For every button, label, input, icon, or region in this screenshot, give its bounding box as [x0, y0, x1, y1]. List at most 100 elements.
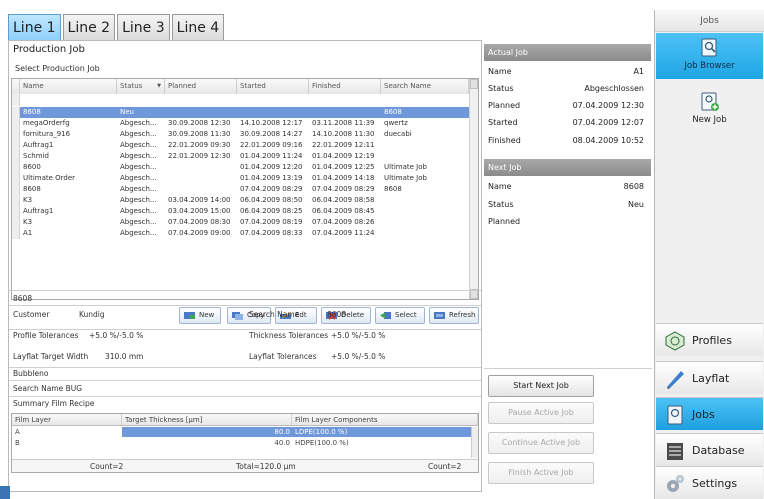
- job-name-cell: A1: [23, 229, 33, 237]
- job-started-cell: 06.04.2009 08:25: [240, 207, 303, 215]
- target-thickness-cell: 40.0: [274, 439, 290, 447]
- job-name-cell: 8608: [23, 108, 41, 116]
- table-row[interactable]: Auftrag1 Abgesch... 03.04.2009 15:00 06.04.…: [12, 206, 469, 217]
- tab-line-4[interactable]: Line 4: [171, 14, 225, 40]
- column-header-status[interactable]: Status ▼: [117, 79, 165, 94]
- divider: [9, 396, 481, 397]
- row-gutter: [12, 129, 20, 140]
- table-row[interactable]: B 40.0 HDPE(100.0 %): [12, 438, 471, 448]
- job-name-cell: Auftrag1: [23, 207, 54, 215]
- film-layer-components-cell: LDPE(100.0 %): [292, 427, 471, 437]
- continue-active-job-button[interactable]: Continue Active Job: [488, 432, 594, 454]
- nav-item-settings[interactable]: Settings: [656, 466, 763, 499]
- column-header-finished[interactable]: Finished: [309, 79, 381, 94]
- job-table-scrollbar[interactable]: [469, 79, 478, 299]
- job-finished-cell: 07.04.2009 11:24: [312, 229, 375, 237]
- job-name-cell: 8608: [23, 185, 41, 193]
- actual-job-name-value: A1: [633, 67, 644, 76]
- column-header-film-layer-components[interactable]: Film Layer Components: [292, 414, 478, 425]
- table-row[interactable]: fornitura_916 Abgesch... 30.09.2008 11:30 3…: [12, 129, 469, 140]
- job-status-cell: Abgesch...: [120, 141, 157, 149]
- film-layer-components-cell: HDPE(100.0 %): [295, 439, 349, 447]
- column-header-search-name[interactable]: Search Name: [381, 79, 469, 94]
- job-search-name-cell: Ultimate Job: [384, 174, 427, 182]
- table-row[interactable]: Ultimate Order Abgesch... 01.04.2009 13:19…: [12, 173, 469, 184]
- recipe-total-thickness: Total=120.0 µm: [236, 462, 296, 471]
- layflat-target-width-label: Layflat Target Width: [13, 352, 89, 361]
- nav-item-layflat-label: Layflat: [692, 372, 730, 385]
- nav-item-database[interactable]: Database: [656, 433, 763, 466]
- application-window: Line 1 Line 2 Line 3 Line 4 Production J…: [0, 0, 764, 499]
- job-planned-cell: 03.04.2009 15:00: [168, 207, 231, 215]
- recipe-table-header: Film Layer Target Thickness [µm] Film La…: [12, 414, 478, 426]
- recipe-name: Bubbleno: [13, 369, 49, 378]
- new-button-label: New: [199, 311, 215, 319]
- column-header-name[interactable]: Name: [20, 79, 117, 94]
- table-row[interactable]: Auftrag1 Abgesch... 22.01.2009 09:30 22.01.…: [12, 140, 469, 151]
- tab-line-3[interactable]: Line 3: [117, 14, 170, 40]
- table-row[interactable]: 8608 Neu 8608: [12, 107, 469, 118]
- next-job-header: Next Job: [484, 159, 651, 176]
- table-row[interactable]: megaOrderfg Abgesch... 30.09.2008 12:30 14.…: [12, 118, 469, 129]
- table-row[interactable]: A1 Abgesch... 07.04.2009 09:00 07.04.2009 0…: [12, 228, 469, 239]
- table-row[interactable]: K3 Abgesch... 07.04.2009 08:30 07.04.2009 0…: [12, 217, 469, 228]
- job-started-cell: 07.04.2009 08:33: [240, 229, 303, 237]
- table-row[interactable]: 8608 Abgesch... 07.04.2009 08:29 07.04.2009…: [12, 184, 469, 195]
- job-table-header: Name Status ▼ Planned Started Finished S…: [12, 79, 469, 94]
- search-name-label: Search Name: [249, 310, 300, 319]
- table-row[interactable]: Schmid Abgesch... 22.01.2009 12:30 01.04.20…: [12, 151, 469, 162]
- column-header-film-layer[interactable]: Film Layer: [12, 414, 122, 425]
- job-finished-cell: 01.04.2009 12:19: [312, 152, 375, 160]
- job-started-cell: [237, 107, 309, 118]
- table-row[interactable]: 8600 Abgesch... 01.04.2009 12:20 01.04.2009…: [12, 162, 469, 173]
- start-next-job-button[interactable]: Start Next Job: [488, 375, 594, 397]
- filter-row[interactable]: [12, 94, 20, 106]
- film-layer-cell: B: [15, 439, 20, 447]
- production-job-title: Production Job: [13, 44, 85, 55]
- job-browser-button[interactable]: Job Browser: [656, 33, 763, 79]
- new-job-button[interactable]: New Job: [656, 87, 763, 133]
- recipe-table-scrollbar[interactable]: [471, 427, 478, 458]
- table-row[interactable]: K3 Abgesch... 03.04.2009 14:00 06.04.2009 0…: [12, 195, 469, 206]
- job-status-cell: Abgesch...: [120, 218, 157, 226]
- tab-line-1[interactable]: Line 1: [8, 14, 61, 40]
- filter-row-marker: [12, 94, 20, 106]
- nav-item-profiles[interactable]: Profiles: [656, 323, 763, 356]
- job-finished-cell: [309, 107, 381, 118]
- table-row[interactable]: A 80.0 LDPE(100.0 %): [12, 427, 471, 437]
- row-gutter: [12, 195, 20, 206]
- actual-job-header: Actual Job: [484, 44, 651, 61]
- select-button-label: Select: [395, 311, 417, 319]
- tab-line-2[interactable]: Line 2: [62, 14, 116, 40]
- line-tabs: Line 1 Line 2 Line 3 Line 4: [8, 14, 226, 40]
- refresh-button[interactable]: Refresh: [429, 307, 479, 324]
- job-planned-cell: 22.01.2009 09:30: [168, 141, 231, 149]
- nav-item-layflat[interactable]: Layflat: [656, 361, 763, 394]
- row-gutter: [12, 206, 20, 217]
- job-status-cell: Abgesch...: [120, 174, 157, 182]
- job-planned-cell: 07.04.2009 08:30: [168, 218, 231, 226]
- select-button[interactable]: Select: [375, 307, 425, 324]
- finish-active-job-button[interactable]: Finish Active Job: [488, 462, 594, 484]
- column-header-target-thickness[interactable]: Target Thickness [µm]: [122, 414, 292, 425]
- recipe-count-right: Count=2: [428, 462, 462, 471]
- scroll-up-icon[interactable]: [470, 79, 478, 89]
- column-header-planned[interactable]: Planned: [165, 79, 237, 94]
- job-name-cell: Ultimate Order: [23, 174, 76, 182]
- refresh-icon: [434, 312, 445, 319]
- nav-item-jobs-label: Jobs: [692, 408, 715, 421]
- job-name-cell: K3: [23, 196, 33, 204]
- job-browser-icon: [701, 38, 716, 57]
- job-status-cell: Abgesch...: [120, 196, 157, 204]
- nav-item-jobs[interactable]: Jobs: [656, 397, 763, 430]
- job-started-cell: 01.04.2009 12:20: [240, 163, 303, 171]
- new-button[interactable]: New: [179, 307, 221, 324]
- layflat-icon: [667, 371, 684, 389]
- job-search-name-cell: [381, 151, 469, 162]
- column-header-started[interactable]: Started: [237, 79, 309, 94]
- profile-tolerances-label: Profile Tolerances: [13, 331, 79, 340]
- next-job-name-value: 8608: [623, 182, 644, 191]
- actual-job-status-value: Abgeschlossen: [584, 84, 644, 93]
- job-search-name-cell: [381, 195, 469, 206]
- pause-active-job-button[interactable]: Pause Active Job: [488, 402, 594, 424]
